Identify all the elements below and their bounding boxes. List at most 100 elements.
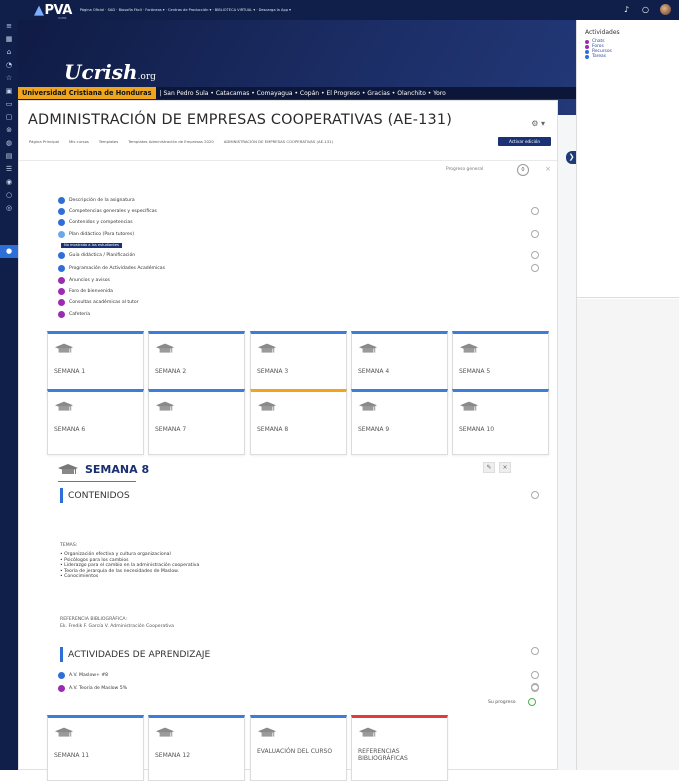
sidebar-nav-icon[interactable]: ◔: [0, 59, 18, 72]
progress-icon: [528, 698, 536, 706]
sidebar-nav-icon[interactable]: ◍: [0, 137, 18, 150]
sidebar-nav-icon[interactable]: ◎: [0, 202, 18, 215]
graduation-cap-icon: [460, 340, 478, 353]
week-tile-label: SEMANA 2: [155, 368, 187, 375]
sidebar-nav-icon[interactable]: ⊚: [0, 124, 18, 137]
close-icon[interactable]: ×: [545, 165, 551, 173]
activity-item[interactable]: Contenidos y competencias: [58, 218, 133, 227]
completion-checkbox[interactable]: [531, 207, 539, 215]
week-tile[interactable]: SEMANA 1: [47, 331, 144, 397]
task-checkbox[interactable]: [531, 671, 539, 679]
section-header: SEMANA 8: [58, 463, 149, 476]
task-icon: [58, 672, 65, 679]
chat-icon[interactable]: ○: [641, 5, 650, 14]
activity-icon: [58, 299, 65, 306]
sidebar-active-item[interactable]: ●: [0, 245, 18, 258]
task-item[interactable]: A.V. Maslow+ #8: [58, 671, 108, 680]
activity-item[interactable]: Descripción de la asignatura: [58, 196, 135, 205]
sidebar-nav-icon[interactable]: ▦: [0, 33, 18, 46]
week-tile[interactable]: SEMANA 2: [148, 331, 245, 397]
reference-text: Ek. Fredik F. García V. Administración C…: [60, 624, 174, 629]
activity-icon: [58, 252, 65, 259]
week-tile[interactable]: SEMANA 3: [250, 331, 347, 397]
gear-icon[interactable]: ⚙ ▾: [531, 119, 545, 128]
bell-icon[interactable]: ♪: [622, 5, 631, 14]
graduation-cap-icon: [156, 398, 174, 411]
completion-checkbox[interactable]: [531, 251, 539, 259]
week-tile-label: SEMANA 8: [257, 426, 289, 433]
sidebar-nav-icon[interactable]: ☰: [0, 163, 18, 176]
task-item[interactable]: A.V. Teoría de Maslow 5%: [58, 684, 127, 693]
activity-item[interactable]: Programación de Actividades Académicas: [58, 264, 165, 273]
week-tile[interactable]: SEMANA 12: [148, 715, 245, 781]
activity-label: Competencias generales y específicas: [69, 209, 157, 214]
pva-logo[interactable]: ▲PVA UCEN: [34, 3, 72, 20]
graduation-cap-icon: [359, 340, 377, 353]
contenidos-checkbox[interactable]: [531, 491, 539, 499]
sidebar-nav-icon[interactable]: ◉: [0, 176, 18, 189]
week-tile-label: SEMANA 3: [257, 368, 289, 375]
close-section-icon[interactable]: ×: [499, 462, 511, 473]
activity-icon: [58, 231, 65, 238]
breadcrumb-item[interactable]: Mis cursos: [69, 139, 89, 144]
activity-item[interactable]: Competencias generales y específicas: [58, 207, 157, 216]
activity-item[interactable]: Anuncios y avisos: [58, 276, 110, 285]
actividades-checkbox[interactable]: [531, 647, 539, 655]
sidebar-nav-icon[interactable]: ≡: [0, 20, 18, 33]
course-title: ADMINISTRACIÓN DE EMPRESAS COOPERATIVAS …: [28, 112, 453, 128]
activity-label: Cafetería: [69, 312, 91, 317]
activity-item[interactable]: Guía didáctica / Planificación: [58, 251, 135, 260]
temas-list: Organización efectiva y cultura organiza…: [60, 552, 199, 580]
week-tile[interactable]: SEMANA 11: [47, 715, 144, 781]
completion-checkbox[interactable]: [531, 230, 539, 238]
activity-item[interactable]: Consultas académicas al tutor: [58, 298, 139, 307]
week-tile-label: SEMANA 7: [155, 426, 187, 433]
breadcrumb-item[interactable]: Templates: [99, 139, 118, 144]
graduation-cap-icon: [55, 724, 73, 737]
week-tile[interactable]: SEMANA 5: [452, 331, 549, 397]
breadcrumb-item[interactable]: Página Principal: [29, 139, 59, 144]
breadcrumb-item[interactable]: ADMINISTRACIÓN DE EMPRESAS COOPERATIVAS …: [224, 139, 333, 144]
edit-section-icon[interactable]: ✎: [483, 462, 495, 473]
completion-checkbox[interactable]: [531, 264, 539, 272]
activity-type-link[interactable]: Tareas: [585, 54, 679, 59]
week-tile[interactable]: SEMANA 7: [148, 389, 245, 455]
week-tile[interactable]: REFERENCIAS BIBLIOGRÁFICAS: [351, 715, 448, 781]
sidebar-nav-icon[interactable]: ▣: [0, 85, 18, 98]
sidebar-nav-icon[interactable]: ▢: [0, 111, 18, 124]
activity-label: Contenidos y competencias: [69, 220, 133, 225]
sidebar-nav-icon[interactable]: ☆: [0, 72, 18, 85]
task-summary-checkbox[interactable]: [531, 683, 539, 691]
week-tile[interactable]: EVALUACIÓN DEL CURSO: [250, 715, 347, 781]
week-tile[interactable]: SEMANA 10: [452, 389, 549, 455]
graduation-cap-icon: [460, 398, 478, 411]
activity-label: Descripción de la asignatura: [69, 198, 135, 203]
week-tile[interactable]: SEMANA 4: [351, 331, 448, 397]
week-tile[interactable]: SEMANA 8: [250, 389, 347, 455]
week-tile-label: SEMANA 10: [459, 426, 495, 433]
week-tile[interactable]: SEMANA 9: [351, 389, 448, 455]
week-tile-label: SEMANA 9: [358, 426, 390, 433]
week-tile-label: EVALUACIÓN DEL CURSO: [257, 748, 333, 755]
logo-subtext: UCEN: [58, 15, 67, 20]
week-tile[interactable]: SEMANA 6: [47, 389, 144, 455]
activity-type-icon: [585, 49, 589, 54]
enable-editing-button[interactable]: Activar edición: [498, 137, 551, 146]
top-nav-links[interactable]: Página Oficial · SAD · Biosofía Fácil · …: [80, 8, 291, 12]
breadcrumb: Página Principal Mis cursos Templates Templ…: [29, 139, 343, 144]
week-tile-label: SEMANA 5: [459, 368, 491, 375]
activity-item[interactable]: Cafetería: [58, 310, 90, 319]
task-label: A.V. Teoría de Maslow 5%: [69, 686, 128, 691]
sidebar-nav-icon[interactable]: ▤: [0, 150, 18, 163]
sidebar-nav-icon[interactable]: ○: [0, 189, 18, 202]
user-avatar[interactable]: [660, 4, 671, 15]
restricted-badge: No mostrado a los estudiantes: [61, 243, 122, 248]
sidebar-nav-icon[interactable]: ⌂: [0, 46, 18, 59]
activity-item[interactable]: Plan didáctico (Para tutores): [58, 230, 134, 239]
sidebar-nav-icon[interactable]: ▭: [0, 98, 18, 111]
activity-type-icon: [585, 39, 589, 44]
week-tile-label: SEMANA 1: [54, 368, 86, 375]
breadcrumb-item[interactable]: Templates Administración de Empresas 202…: [128, 139, 214, 144]
activity-item[interactable]: Foro de bienvenida: [58, 287, 113, 296]
topic-item: Conocimientos: [60, 574, 199, 580]
